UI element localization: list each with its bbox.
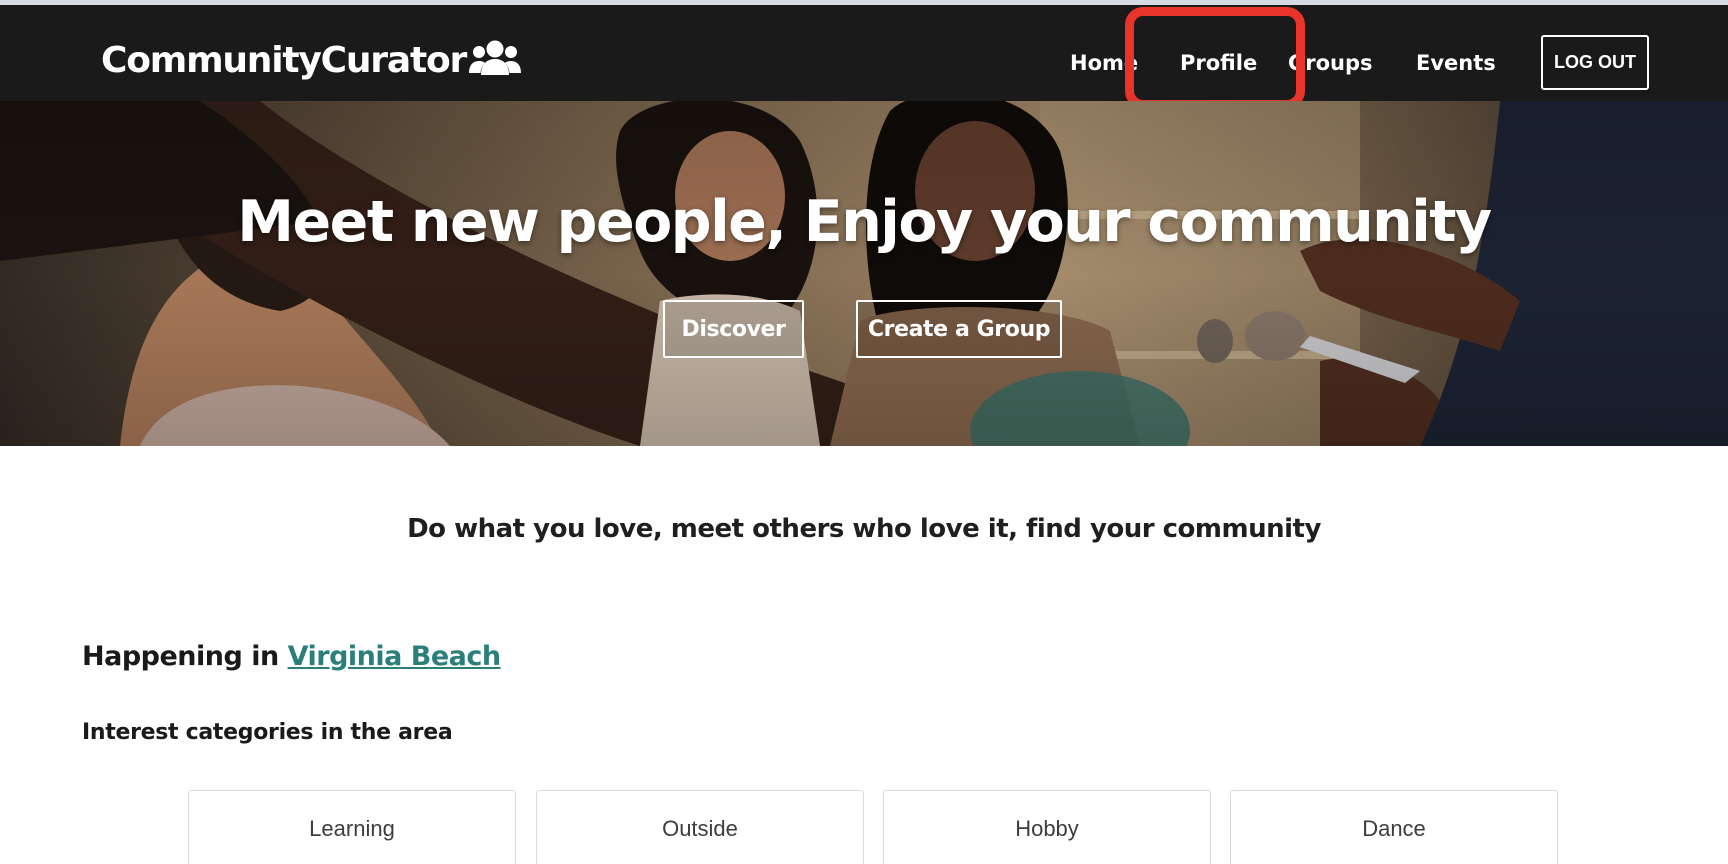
category-label: Outside: [662, 816, 738, 841]
brand-name: CommunityCurator: [101, 40, 467, 81]
category-card-hobby[interactable]: Hobby: [883, 790, 1211, 864]
category-card-dance[interactable]: Dance: [1230, 790, 1558, 864]
navbar: CommunityCurator Home Profile Groups Eve…: [0, 5, 1728, 101]
nav-groups-link[interactable]: Groups: [1288, 53, 1373, 74]
discover-button[interactable]: Discover: [663, 300, 804, 358]
nav-profile-link[interactable]: Profile: [1180, 53, 1257, 74]
brand-logo[interactable]: CommunityCurator: [101, 39, 522, 81]
location-link[interactable]: Virginia Beach: [288, 641, 502, 672]
create-group-button[interactable]: Create a Group: [856, 300, 1062, 358]
happening-prefix: Happening in: [82, 641, 288, 672]
category-card-learning[interactable]: Learning: [188, 790, 516, 864]
category-label: Hobby: [1015, 816, 1079, 841]
logout-button[interactable]: LOG OUT: [1541, 35, 1649, 90]
users-icon: [469, 39, 522, 81]
nav-home-link[interactable]: Home: [1070, 53, 1138, 74]
category-card-outside[interactable]: Outside: [536, 790, 864, 864]
hero-title: Meet new people, Enjoy your community: [237, 189, 1492, 255]
nav-events-link[interactable]: Events: [1416, 53, 1496, 74]
category-label: Dance: [1362, 816, 1426, 841]
hero-background-image: [0, 101, 1728, 446]
tagline: Do what you love, meet others who love i…: [407, 514, 1321, 544]
category-label: Learning: [309, 816, 395, 841]
interest-categories-heading: Interest categories in the area: [82, 720, 453, 745]
happening-heading: Happening in Virginia Beach: [82, 641, 501, 672]
hero-banner: Meet new people, Enjoy your community Di…: [0, 101, 1728, 446]
